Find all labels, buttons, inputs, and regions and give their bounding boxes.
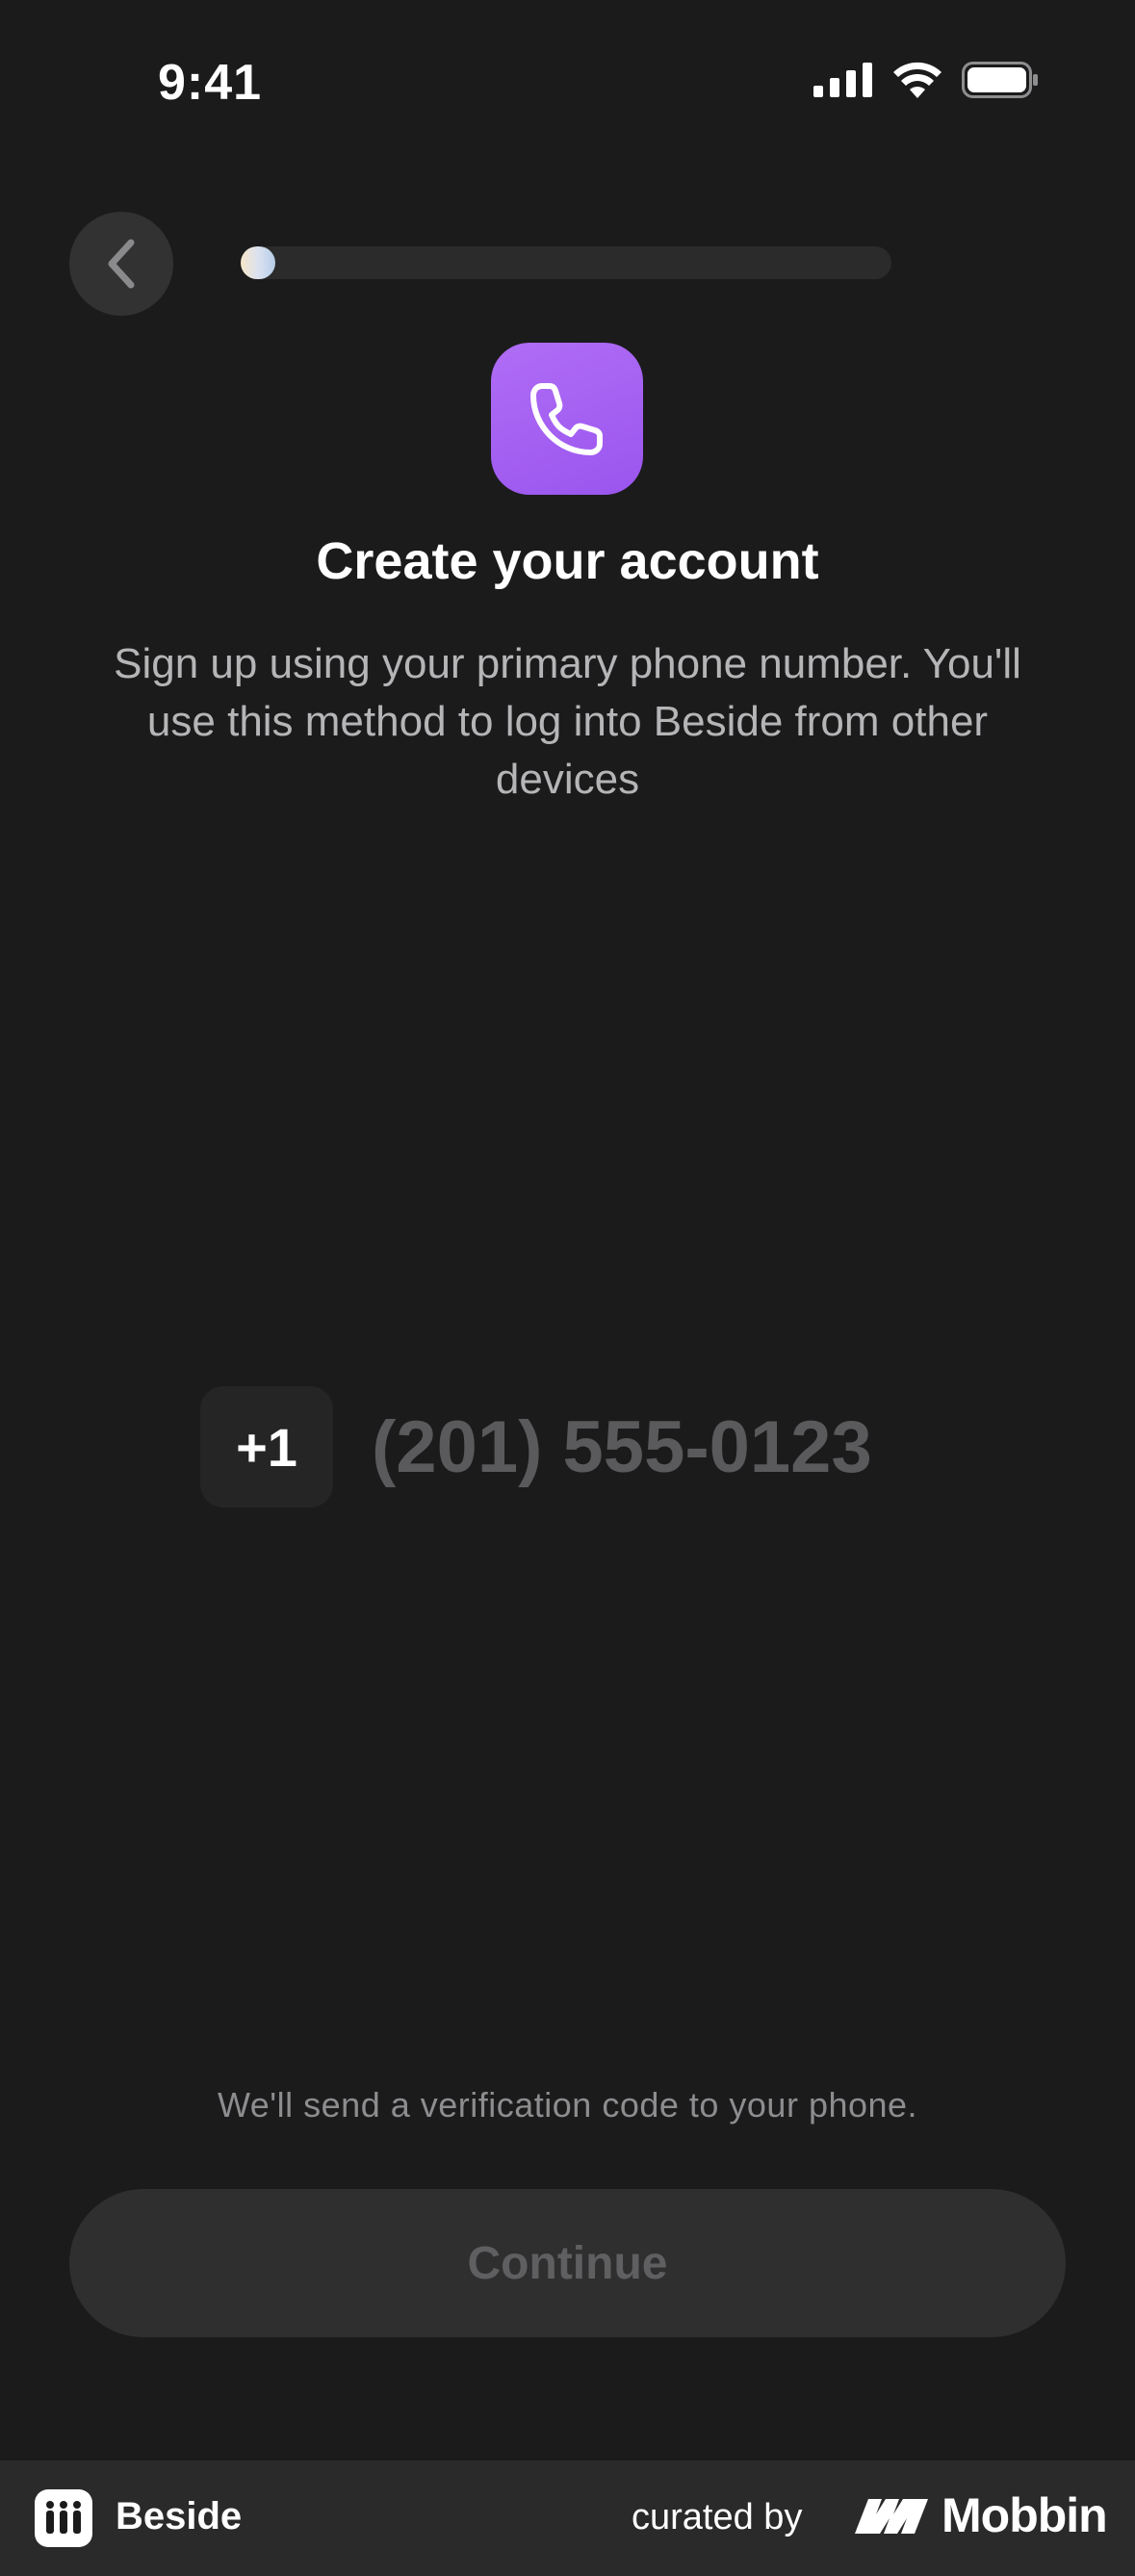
status-icons: [813, 62, 1039, 98]
page-subtitle: Sign up using your primary phone number.…: [114, 640, 1021, 803]
battery-icon: [962, 62, 1038, 98]
phone-number-row: +1: [200, 1386, 968, 1507]
curated-by-label: curated by: [632, 2497, 803, 2537]
country-code-button[interactable]: +1: [200, 1386, 333, 1507]
back-button[interactable]: [69, 212, 173, 316]
phone-icon: [491, 343, 643, 495]
wifi-icon: [893, 62, 942, 98]
status-time: 9:41: [158, 55, 263, 111]
page-title: Create your account: [316, 532, 819, 590]
progress-fill: [241, 246, 275, 279]
status-bar: 9:41: [0, 0, 1135, 173]
verification-note: We'll send a verification code to your p…: [217, 2085, 918, 2125]
cellular-signal-icon: [813, 63, 872, 97]
phone-number-input[interactable]: [372, 1404, 968, 1489]
chevron-left-icon: [108, 239, 135, 289]
continue-button[interactable]: Continue: [69, 2189, 1066, 2337]
onboarding-progress-bar: [241, 246, 891, 279]
brand-name: Mobbin: [942, 2488, 1108, 2542]
mobbin-logo-icon: [855, 2499, 928, 2534]
app-name: Beside: [116, 2495, 243, 2537]
attribution-footer: Beside curated by Mobbin: [0, 2460, 1135, 2576]
beside-app-logo: [35, 2489, 92, 2547]
